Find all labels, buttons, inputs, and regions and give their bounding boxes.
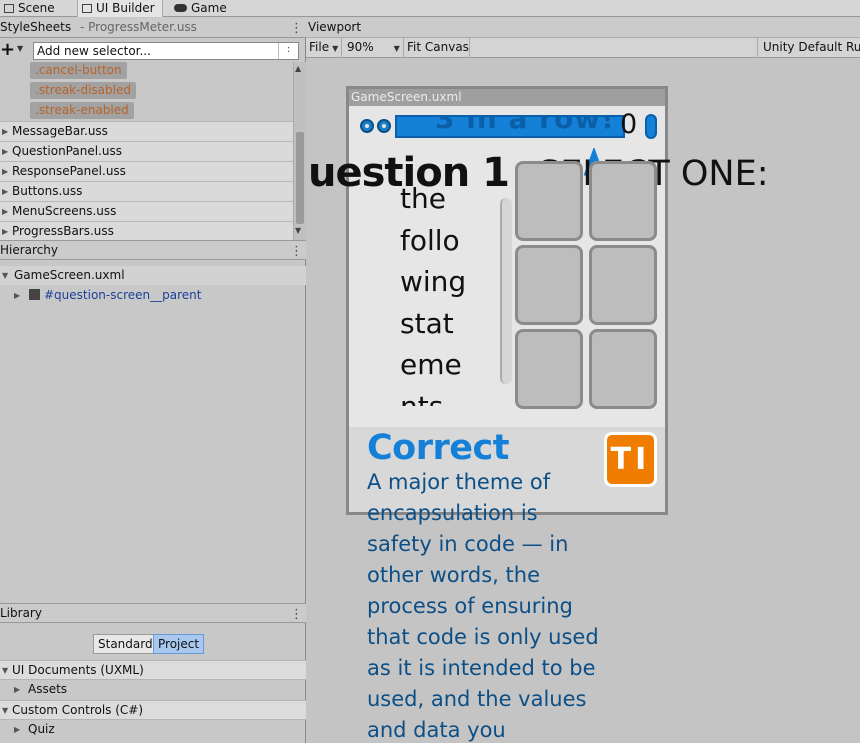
chevron-down-icon[interactable]: ▼ bbox=[17, 44, 23, 53]
library-header: Library bbox=[0, 603, 306, 624]
progress-meter: 3 in a row! bbox=[395, 115, 625, 138]
answer-button[interactable] bbox=[515, 329, 583, 409]
expand-arrow-icon[interactable]: ▶ bbox=[2, 182, 8, 201]
stylesheet-item[interactable]: ▶ ResponsePanel.uss bbox=[0, 161, 293, 181]
selector-pill[interactable]: .streak-enabled bbox=[30, 102, 134, 119]
result-title: Correct bbox=[367, 428, 509, 468]
tab-ui-builder[interactable]: UI Builder bbox=[77, 0, 163, 17]
viewport-title: Viewport bbox=[308, 20, 362, 34]
game-screen-title: GameScreen.uxml bbox=[349, 89, 665, 106]
stylesheets-title: StyleSheets bbox=[0, 20, 72, 34]
answer-button[interactable] bbox=[515, 161, 583, 241]
score-counter: 0 bbox=[620, 109, 638, 140]
scrollbar-thumb[interactable] bbox=[296, 132, 304, 224]
stylesheet-item[interactable]: ▶ QuestionPanel.uss bbox=[0, 141, 293, 161]
viewport-header: Viewport bbox=[306, 18, 860, 38]
hierarchy-title: Hierarchy bbox=[0, 243, 59, 257]
stylesheet-item[interactable]: ▶ MessageBar.uss bbox=[0, 121, 293, 141]
expand-arrow-icon[interactable]: ▼ bbox=[2, 701, 8, 720]
expand-arrow-icon[interactable]: ▶ bbox=[2, 222, 8, 241]
hierarchy-header: Hierarchy bbox=[0, 240, 306, 261]
question-line: follo bbox=[400, 223, 460, 257]
viewport-toolbar: File ▼ 90% ▼ Fit Canvas Unity Default Run bbox=[306, 38, 860, 58]
element-icon bbox=[29, 289, 40, 300]
tab-scene[interactable]: Scene bbox=[0, 0, 76, 17]
answer-button[interactable] bbox=[589, 245, 657, 325]
library-menu-icon[interactable] bbox=[290, 605, 303, 624]
selector-options-icon[interactable]: : bbox=[278, 43, 298, 59]
pause-icon[interactable] bbox=[360, 119, 374, 133]
theme-dropdown[interactable]: Unity Default Run bbox=[757, 38, 860, 58]
expand-arrow-icon[interactable]: ▶ bbox=[14, 720, 20, 739]
library-section[interactable]: ▼ UI Documents (UXML) bbox=[0, 660, 306, 680]
tab-game[interactable]: Game bbox=[170, 0, 240, 17]
stylesheet-item[interactable]: ▶ Buttons.uss bbox=[0, 181, 293, 201]
library-title: Library bbox=[0, 606, 42, 620]
gear-icon[interactable] bbox=[377, 119, 391, 133]
answer-button[interactable] bbox=[515, 245, 583, 325]
answer-button[interactable] bbox=[589, 329, 657, 409]
library-item[interactable]: ▶ Assets bbox=[0, 680, 306, 700]
answer-grid bbox=[513, 159, 661, 410]
expand-arrow-icon[interactable]: ▶ bbox=[2, 122, 8, 141]
stylesheet-item[interactable]: ▶ ProgressBars.uss bbox=[0, 221, 293, 241]
expand-arrow-icon[interactable]: ▶ bbox=[2, 202, 8, 221]
game-top-bar: 3 in a row! 0 bbox=[359, 109, 657, 140]
library-item[interactable]: ▶ Quiz bbox=[0, 720, 306, 740]
stylesheets-subtitle: - ProgressMeter.uss bbox=[80, 20, 197, 34]
add-selector-input[interactable] bbox=[33, 42, 299, 60]
file-menu[interactable]: File ▼ bbox=[306, 38, 342, 58]
question-line: eme bbox=[400, 348, 462, 381]
hierarchy-child-item[interactable]: ▶ #question-screen__parent bbox=[0, 286, 306, 305]
stylesheets-header: StyleSheets - ProgressMeter.uss bbox=[0, 18, 306, 38]
streak-pill-icon bbox=[645, 114, 657, 139]
result-explanation: A major theme of encapsulation is safety… bbox=[367, 470, 599, 742]
stylesheets-menu-icon[interactable] bbox=[290, 19, 303, 38]
question-text: the follo wing stat eme nts bbox=[400, 178, 500, 406]
answer-button[interactable] bbox=[589, 161, 657, 241]
question-line: nts bbox=[400, 389, 444, 407]
gamepad-icon bbox=[174, 4, 187, 12]
add-stylesheet-button[interactable]: + bbox=[0, 41, 15, 59]
scroll-up-icon[interactable]: ▲ bbox=[295, 64, 301, 73]
hierarchy-menu-icon[interactable] bbox=[290, 242, 303, 261]
library-tab-project[interactable]: Project bbox=[153, 634, 205, 654]
chevron-down-icon: ▼ bbox=[332, 44, 339, 53]
left-panels: StyleSheets - ProgressMeter.uss + ▼ : .c… bbox=[0, 18, 306, 743]
add-selector-row: + ▼ : bbox=[0, 40, 306, 62]
selector-pill[interactable]: .cancel-button bbox=[30, 62, 127, 79]
library-tab-standard[interactable]: Standard bbox=[93, 634, 158, 654]
viewport-canvas[interactable]: GameScreen.uxml 3 in a row! 0 uestion 1 … bbox=[306, 58, 860, 743]
stylesheets-scrollbar[interactable]: ▲ ▼ bbox=[293, 62, 306, 240]
scroll-down-icon[interactable]: ▼ bbox=[295, 226, 301, 235]
streak-label: 3 in a row! bbox=[435, 115, 615, 135]
fit-canvas-button[interactable]: Fit Canvas bbox=[404, 38, 470, 58]
expand-arrow-icon[interactable]: ▶ bbox=[2, 162, 8, 181]
chevron-down-icon: ▼ bbox=[393, 44, 400, 53]
expand-arrow-icon[interactable]: ▶ bbox=[14, 680, 20, 699]
question-scrollbar[interactable] bbox=[500, 198, 512, 384]
question-line: the bbox=[400, 182, 446, 215]
stylesheet-item[interactable]: ▶ MenuScreens.uss bbox=[0, 201, 293, 221]
hierarchy-root-item[interactable]: ▼ GameScreen.uxml bbox=[0, 266, 306, 285]
ui-builder-icon bbox=[82, 4, 92, 13]
zoom-dropdown[interactable]: 90% ▼ bbox=[344, 38, 404, 58]
grid-icon bbox=[4, 4, 14, 13]
expand-arrow-icon[interactable]: ▶ bbox=[2, 142, 8, 161]
question-line: stat bbox=[400, 306, 454, 340]
selector-pill[interactable]: .streak-disabled bbox=[30, 82, 136, 99]
expand-arrow-icon[interactable]: ▼ bbox=[2, 661, 8, 680]
ti-badge: TI bbox=[604, 432, 657, 487]
library-section[interactable]: ▼ Custom Controls (C#) bbox=[0, 700, 306, 720]
expand-arrow-icon[interactable]: ▶ bbox=[14, 286, 20, 305]
editor-tab-strip: Scene UI Builder Game bbox=[0, 0, 860, 17]
question-line: wing bbox=[400, 265, 467, 298]
expand-arrow-icon[interactable]: ▼ bbox=[2, 266, 8, 285]
